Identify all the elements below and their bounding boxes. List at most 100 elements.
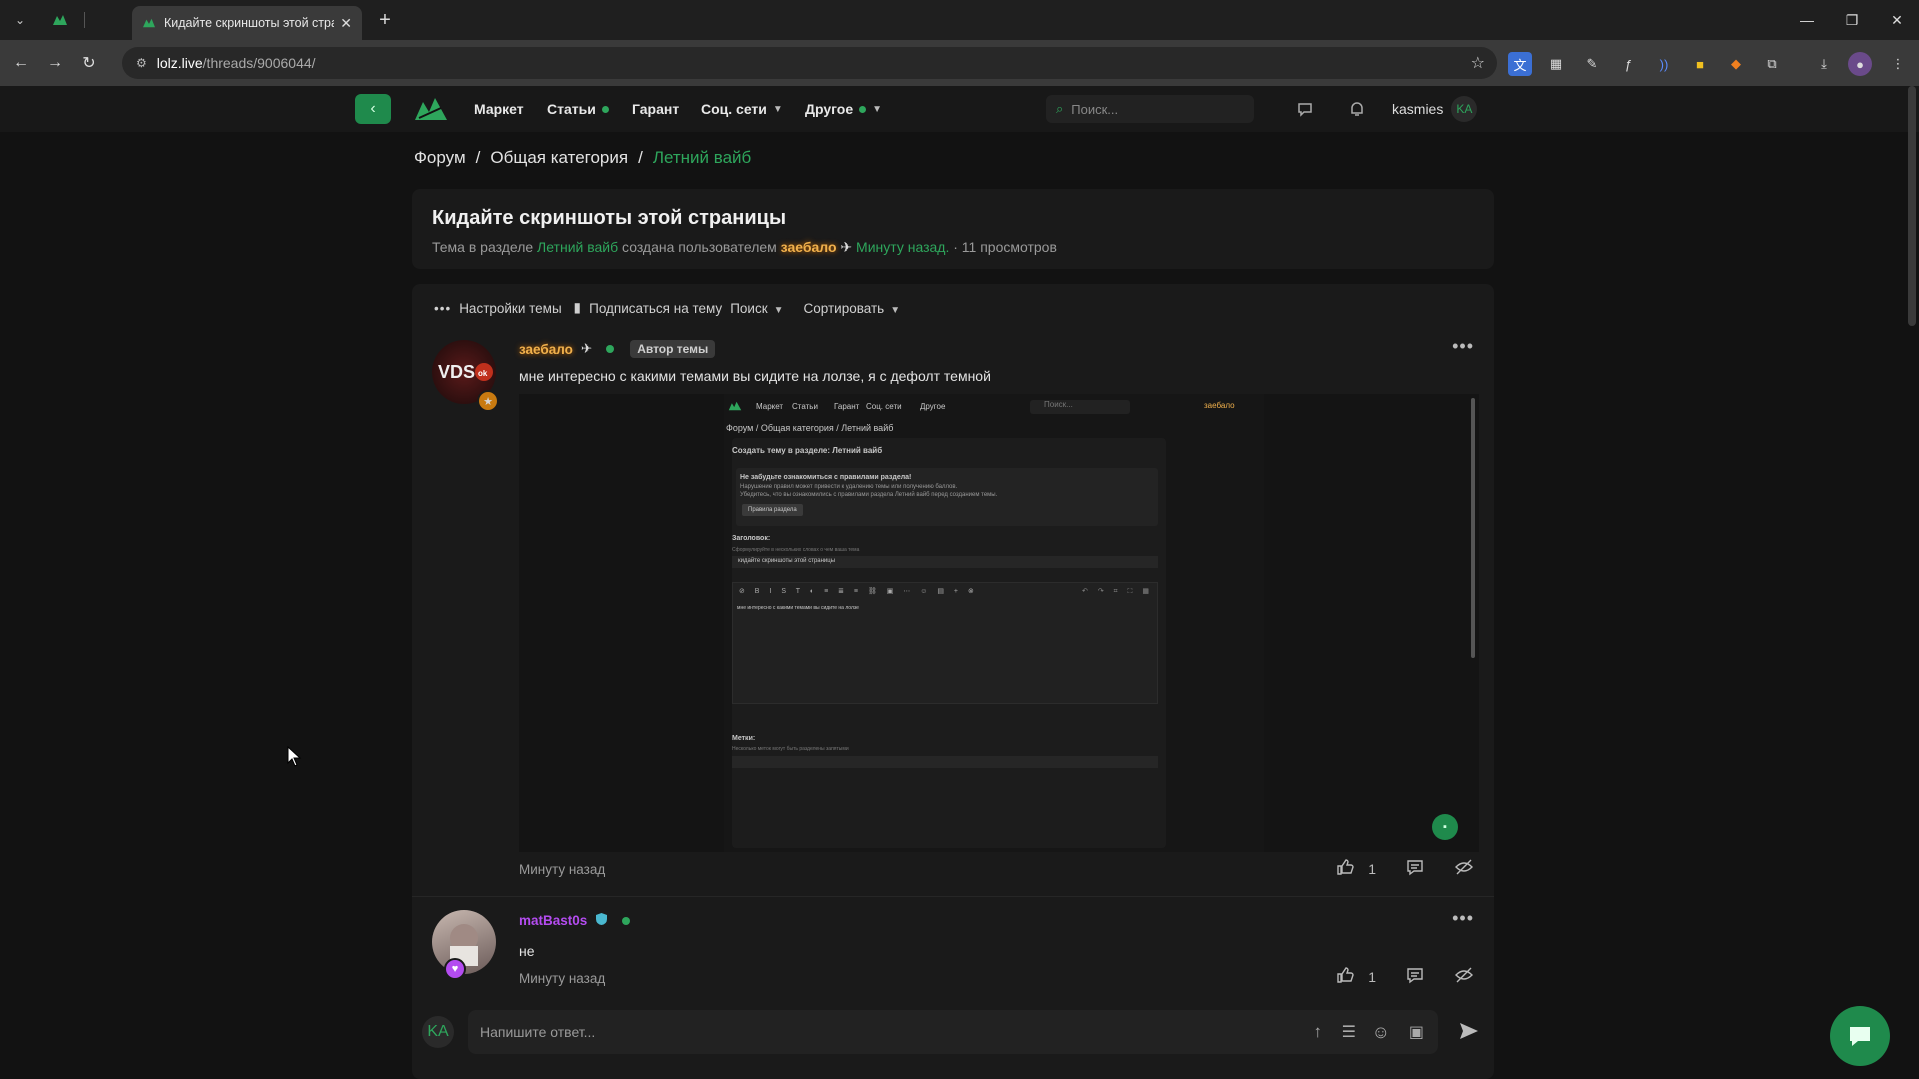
download-icon[interactable]: ⤓ [1812, 52, 1836, 76]
screenshot-editor: ⊘ B I S T ◐ ≡ ≣ ≡ ⛓ ▣ ⋯ ☺ ▤ + ⊗ ↶ ↷ ⌗ ⛶ … [732, 582, 1158, 704]
rocket-icon: ✈ [840, 239, 853, 255]
reply-icon[interactable] [1406, 858, 1424, 879]
profile-avatar-icon[interactable]: ● [1848, 52, 1872, 76]
wave-extension-icon[interactable]: )) [1652, 52, 1676, 76]
page-scrollbar[interactable] [1908, 86, 1916, 326]
thread-toolbar: ••• Настройки темы ▮ Подписаться на тему… [434, 296, 900, 320]
close-tab-icon[interactable]: ✕ [340, 15, 352, 32]
hide-icon[interactable] [1454, 966, 1474, 987]
thread-search-button[interactable]: Поиск ▼ [730, 301, 783, 316]
breadcrumb-category[interactable]: Общая категория [490, 148, 628, 168]
thread-views: · 11 просмотров [953, 239, 1057, 255]
posts-container: ••• Настройки темы ▮ Подписаться на тему… [412, 284, 1494, 1079]
forward-icon[interactable]: → [38, 46, 72, 80]
chevron-down-icon: ▼ [890, 304, 901, 316]
emoji-icon[interactable]: ☺ [1372, 1022, 1390, 1043]
qr-extension-icon[interactable]: ▦ [1544, 52, 1568, 76]
page-title: Кидайте скриншоты этой страницы [432, 207, 787, 229]
reload-icon[interactable]: ↻ [72, 46, 106, 80]
lolz-logo-icon[interactable] [413, 94, 449, 124]
restore-button[interactable]: ❐ [1830, 0, 1874, 40]
wallet-extension-icon[interactable]: ■ [1688, 52, 1712, 76]
send-icon[interactable] [1458, 1020, 1480, 1047]
post-actions: 1 [1336, 966, 1474, 987]
back-icon[interactable]: ← [4, 46, 38, 80]
post-author[interactable]: заебало [519, 342, 573, 357]
online-indicator [606, 345, 615, 353]
browser-menu-icon[interactable]: ⋮ [1886, 52, 1910, 76]
svg-text:VDS: VDS [438, 362, 475, 382]
like-icon[interactable] [1336, 966, 1354, 987]
chat-button[interactable] [1830, 1006, 1890, 1066]
back-arrow-button[interactable]: ‹ [355, 94, 391, 124]
post-author[interactable]: matBast0s [519, 913, 587, 928]
nav-other[interactable]: Другое ▼ [805, 86, 882, 132]
screenshot-page: Маркет Статьи Гарант Соц. сети Другое По… [724, 394, 1264, 852]
bookmark-star-icon[interactable]: ☆ [1471, 53, 1485, 73]
post-time[interactable]: Минуту назад [519, 971, 605, 986]
post-menu-icon[interactable]: ••• [1452, 908, 1474, 929]
new-indicator-dot [859, 105, 867, 113]
like-icon[interactable] [1336, 858, 1354, 879]
svg-text:ok: ok [478, 369, 488, 378]
reply-input[interactable]: Напишите ответ... ↑ ☰ ☺ ▣ [468, 1010, 1438, 1054]
close-window-button[interactable]: ✕ [1875, 0, 1919, 40]
post-time[interactable]: Минуту назад [519, 862, 605, 877]
more-dots-icon[interactable]: ••• [434, 301, 451, 316]
nav-social[interactable]: Соц. сети ▼ [701, 86, 783, 132]
bookmark-icon: ▮ [573, 300, 582, 315]
extensions-puzzle-icon[interactable]: ⧉ [1760, 52, 1784, 76]
heart-badge-icon: ♥ [444, 958, 466, 980]
post-screenshot[interactable]: Маркет Статьи Гарант Соц. сети Другое По… [519, 394, 1479, 852]
hide-icon[interactable] [1454, 858, 1474, 879]
minimize-button[interactable]: — [1785, 0, 1829, 40]
breadcrumb-section[interactable]: Летний вайб [653, 148, 751, 168]
pinned-tab[interactable] [42, 6, 78, 34]
tab-separator [84, 12, 85, 28]
post-actions: 1 [1336, 858, 1474, 879]
breadcrumb-separator: / [475, 148, 481, 167]
screenshot-scrollbar[interactable] [1471, 398, 1475, 658]
breadcrumb-separator: / [638, 148, 643, 167]
author-badge: Автор темы [630, 340, 716, 358]
search-input[interactable]: ⌕ Поиск... [1046, 95, 1254, 123]
tab-search-button[interactable]: ⌄ [6, 6, 34, 34]
site-info-icon[interactable]: ⚙ [136, 56, 147, 70]
active-tab[interactable]: Кидайте скриншоты этой стра ✕ [132, 6, 362, 40]
list-icon[interactable]: ☰ [1342, 1022, 1356, 1042]
screenshot-nav-item: Другое [920, 402, 946, 411]
user-menu[interactable]: kasmies KA [1392, 86, 1478, 132]
picker-extension-icon[interactable]: ✎ [1580, 52, 1604, 76]
post-text: не [519, 943, 535, 959]
nav-market[interactable]: Маркет [474, 86, 524, 132]
thread-time[interactable]: Минуту назад. [856, 239, 949, 255]
nav-articles[interactable]: Статьи [547, 86, 609, 132]
post-menu-icon[interactable]: ••• [1452, 336, 1474, 357]
fox-extension-icon[interactable]: ◆ [1724, 52, 1748, 76]
thread-settings-button[interactable]: Настройки темы [459, 301, 561, 316]
author-link[interactable]: заебало [781, 239, 837, 255]
screenshot-form: Создать тему в разделе: Летний вайб Не з… [732, 438, 1166, 848]
reply-icon[interactable] [1406, 966, 1424, 987]
translate-extension-icon[interactable]: 文 [1508, 52, 1532, 76]
new-tab-button[interactable]: + [373, 8, 397, 32]
chat-bubble-icon [1850, 1027, 1870, 1046]
rocket-icon: ✈ [580, 341, 593, 356]
section-link[interactable]: Летний вайб [537, 239, 618, 255]
site-header: ‹ Маркет Статьи Гарант Соц. сети ▼ Другое… [0, 86, 1919, 132]
conversations-icon[interactable] [1294, 98, 1316, 120]
sort-button[interactable]: Сортировать ▼ [804, 301, 901, 316]
bell-icon[interactable] [1346, 98, 1368, 120]
screenshot-search: Поиск... [1030, 400, 1130, 414]
image-icon[interactable]: ▣ [1409, 1022, 1424, 1042]
screenshot-nav-item: Соц. сети [866, 402, 902, 411]
address-bar[interactable]: ⚙ lolz.live/threads/9006044/ ☆ [122, 47, 1497, 79]
user-badge-icon: ★ [477, 390, 499, 412]
breadcrumb-forum[interactable]: Форум [414, 148, 466, 168]
nav-guarantor[interactable]: Гарант [632, 86, 679, 132]
online-indicator [622, 916, 631, 925]
subscribe-button[interactable]: Подписаться на тему [589, 301, 722, 316]
font-extension-icon[interactable]: ƒ [1616, 52, 1640, 76]
upload-arrow-icon[interactable]: ↑ [1314, 1022, 1323, 1042]
screenshot-username: заебало [1204, 401, 1235, 410]
